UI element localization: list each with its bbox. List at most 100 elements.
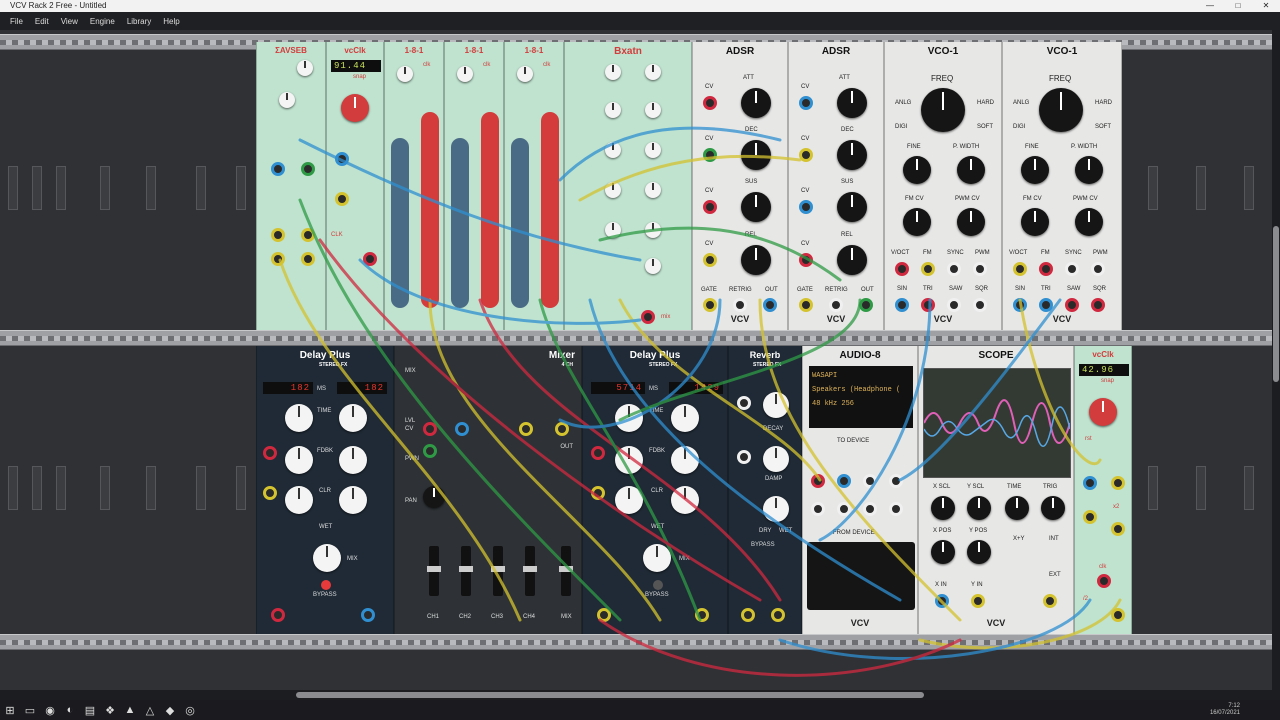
fm-jack[interactable] bbox=[1039, 262, 1053, 276]
ch2-fader[interactable] bbox=[459, 546, 473, 596]
jack[interactable] bbox=[271, 608, 285, 622]
jack[interactable] bbox=[1097, 574, 1111, 588]
time-knob[interactable] bbox=[1005, 496, 1029, 520]
module-audio-8[interactable]: AUDIO-8 WASAPI Speakers (Headphone ( 48 … bbox=[802, 346, 918, 634]
clr-right-knob[interactable] bbox=[671, 486, 699, 514]
jack[interactable] bbox=[1111, 476, 1125, 490]
knob[interactable] bbox=[605, 142, 621, 158]
fdbk-right-knob[interactable] bbox=[671, 446, 699, 474]
driver-label[interactable]: WASAPI bbox=[812, 369, 910, 383]
pwidth-knob[interactable] bbox=[1075, 156, 1103, 184]
jack[interactable] bbox=[335, 152, 349, 166]
sync-jack[interactable] bbox=[947, 262, 961, 276]
menu-library[interactable]: Library bbox=[121, 17, 157, 26]
rack-area[interactable]: ΣAVSEB vcClk 91.44 snap CLK 1-8-1 clk 1-… bbox=[0, 30, 1280, 690]
fdbk-left-knob[interactable] bbox=[615, 446, 643, 474]
jack[interactable] bbox=[363, 252, 377, 266]
decay-knob[interactable] bbox=[837, 140, 867, 170]
jack[interactable] bbox=[335, 192, 349, 206]
jack[interactable] bbox=[301, 252, 315, 266]
app-icon[interactable]: △ bbox=[140, 700, 160, 720]
fdbk-left-knob[interactable] bbox=[285, 446, 313, 474]
attack-cv-jack[interactable] bbox=[799, 96, 813, 110]
saw-jack[interactable] bbox=[1065, 298, 1079, 312]
tempo-knob[interactable] bbox=[341, 94, 369, 122]
sin-jack[interactable] bbox=[1013, 298, 1027, 312]
fm-jack[interactable] bbox=[921, 262, 935, 276]
fm-cv-knob[interactable] bbox=[1021, 208, 1049, 236]
input-jack[interactable] bbox=[889, 474, 903, 488]
frequency-knob[interactable] bbox=[921, 88, 965, 132]
time-left-knob[interactable] bbox=[615, 404, 643, 432]
release-knob[interactable] bbox=[741, 245, 771, 275]
gate-jack[interactable] bbox=[703, 298, 717, 312]
knob[interactable] bbox=[605, 182, 621, 198]
input-jack[interactable] bbox=[811, 502, 825, 516]
release-knob[interactable] bbox=[837, 245, 867, 275]
clr-left-knob[interactable] bbox=[285, 486, 313, 514]
out-jack[interactable] bbox=[859, 298, 873, 312]
module-sequencer-3[interactable]: 1-8-1 clk bbox=[504, 42, 564, 330]
jack[interactable] bbox=[301, 162, 315, 176]
bypass-button[interactable] bbox=[653, 580, 663, 590]
pwm-cv-knob[interactable] bbox=[1075, 208, 1103, 236]
input-jack[interactable] bbox=[863, 474, 877, 488]
retrig-jack[interactable] bbox=[733, 298, 747, 312]
browser-icon[interactable]: ◉ bbox=[40, 700, 60, 720]
trig-jack[interactable] bbox=[1043, 594, 1057, 608]
knob[interactable] bbox=[457, 66, 473, 82]
attack-knob[interactable] bbox=[741, 88, 771, 118]
fdbk-right-knob[interactable] bbox=[339, 446, 367, 474]
out-jack[interactable] bbox=[763, 298, 777, 312]
ypos-knob[interactable] bbox=[967, 540, 991, 564]
fine-knob[interactable] bbox=[903, 156, 931, 184]
ch3-fader[interactable] bbox=[491, 546, 505, 596]
jack[interactable] bbox=[1083, 510, 1097, 524]
knob[interactable] bbox=[645, 64, 661, 80]
sustain-knob[interactable] bbox=[837, 192, 867, 222]
module-delay-2[interactable]: Delay Plus STEREO FX 5714 MS 1429 TIME F… bbox=[582, 346, 728, 634]
module-sequencer-1[interactable]: 1-8-1 clk bbox=[384, 42, 444, 330]
minimize-button[interactable]: — bbox=[1196, 0, 1224, 12]
menu-edit[interactable]: Edit bbox=[29, 17, 55, 26]
jack[interactable] bbox=[519, 422, 533, 436]
system-tray[interactable]: 7:12 16/07/2021 bbox=[1210, 703, 1240, 717]
knob[interactable] bbox=[645, 222, 661, 238]
terminal-icon[interactable]: ▤ bbox=[80, 700, 100, 720]
code-editor-icon[interactable]: ❖ bbox=[100, 700, 120, 720]
decay-cv-jack[interactable] bbox=[799, 148, 813, 162]
input-jack[interactable] bbox=[837, 502, 851, 516]
vertical-scroll-thumb[interactable] bbox=[1273, 226, 1279, 382]
jack[interactable] bbox=[597, 608, 611, 622]
attack-cv-jack[interactable] bbox=[703, 96, 717, 110]
module-delay-1[interactable]: Delay Plus STEREO FX 182 MS 182 TIME FDB… bbox=[256, 346, 394, 634]
mix-knob[interactable] bbox=[643, 544, 671, 572]
damp-knob[interactable] bbox=[763, 446, 789, 472]
pwm-cv-knob[interactable] bbox=[957, 208, 985, 236]
jack[interactable] bbox=[423, 422, 437, 436]
menu-view[interactable]: View bbox=[55, 17, 84, 26]
knob[interactable] bbox=[605, 102, 621, 118]
xscl-knob[interactable] bbox=[931, 496, 955, 520]
jack[interactable] bbox=[695, 608, 709, 622]
attack-knob[interactable] bbox=[837, 88, 867, 118]
jack[interactable] bbox=[1083, 476, 1097, 490]
module-clock-2[interactable]: vcClk 42.96 snap rst clk x2 /2 bbox=[1074, 346, 1132, 634]
jack[interactable] bbox=[741, 608, 755, 622]
mix-knob[interactable] bbox=[763, 496, 789, 522]
input-jack[interactable] bbox=[889, 502, 903, 516]
vcv-rack-icon[interactable]: ◎ bbox=[180, 700, 200, 720]
retrig-jack[interactable] bbox=[829, 298, 843, 312]
xpos-knob[interactable] bbox=[931, 540, 955, 564]
module-adsr-1[interactable]: ADSR ATT DEC SUS REL CV CV CV CV GATE RE… bbox=[692, 42, 788, 330]
jack[interactable] bbox=[737, 396, 751, 410]
jack[interactable] bbox=[1111, 522, 1125, 536]
tempo-knob[interactable] bbox=[1089, 398, 1117, 426]
tri-jack[interactable] bbox=[1039, 298, 1053, 312]
vertical-scrollbar[interactable] bbox=[1272, 30, 1280, 690]
jack[interactable] bbox=[271, 162, 285, 176]
time-right-knob[interactable] bbox=[339, 404, 367, 432]
fine-knob[interactable] bbox=[1021, 156, 1049, 184]
decay-knob[interactable] bbox=[741, 140, 771, 170]
module-bxatn[interactable]: Bxatn mix bbox=[564, 42, 692, 330]
